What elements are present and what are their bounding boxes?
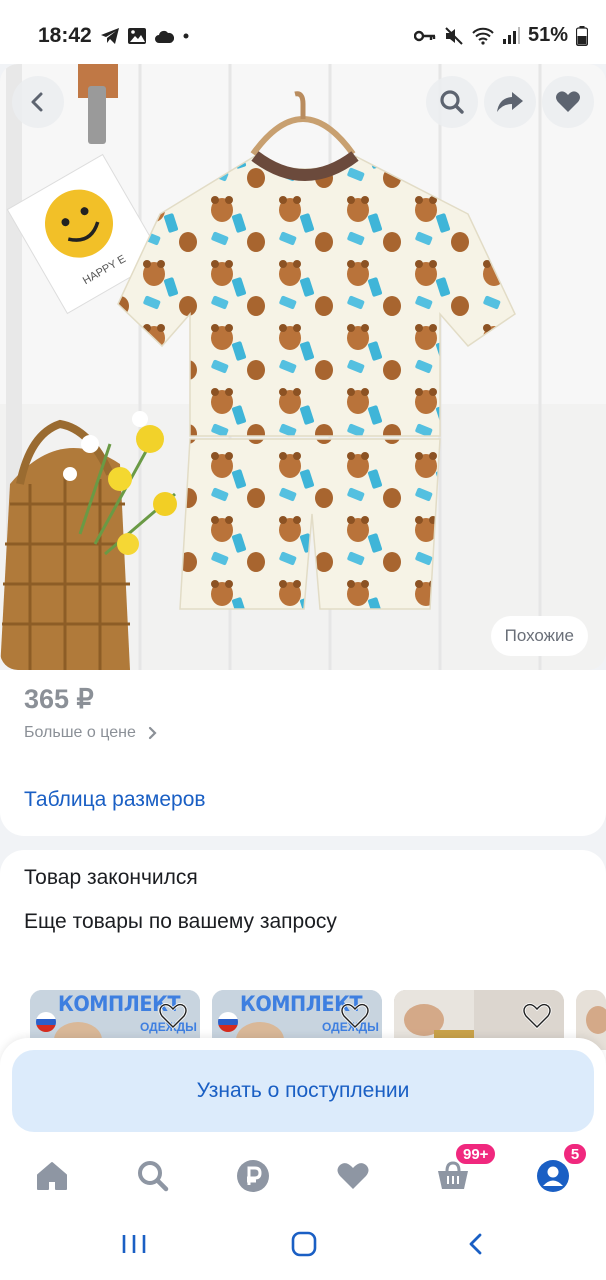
- wifi-icon: [472, 27, 494, 45]
- chevron-right-icon: [148, 726, 157, 740]
- notify-when-available-button[interactable]: Узнать о поступлении: [12, 1050, 594, 1132]
- battery-icon: [576, 25, 588, 46]
- favorites-icon: [337, 1163, 369, 1189]
- product-gallery[interactable]: HAPPY E Похожие: [0, 64, 606, 670]
- price-card: 365 ₽ Больше о цене Таблица размеров: [0, 670, 606, 836]
- profile-icon: [537, 1160, 569, 1192]
- heart-outline-icon[interactable]: [158, 1002, 188, 1030]
- price-details-link[interactable]: Больше о цене: [24, 724, 158, 742]
- signal-icon: [502, 26, 520, 44]
- share-button[interactable]: [484, 76, 536, 128]
- nav-payments[interactable]: [233, 1156, 273, 1196]
- out-of-stock-title: Товар закончился: [24, 866, 198, 889]
- price-details-label: Больше о цене: [24, 724, 136, 741]
- gallery-icon: [128, 28, 146, 44]
- product-photo[interactable]: HAPPY E: [0, 64, 606, 670]
- similar-button[interactable]: Похожие: [490, 616, 588, 656]
- size-table-link[interactable]: Таблица размеров: [24, 788, 206, 812]
- nav-search[interactable]: [133, 1156, 173, 1196]
- back-system-icon: [469, 1233, 482, 1255]
- home-icon: [37, 1162, 67, 1190]
- share-icon: [497, 92, 523, 112]
- heart-icon: [556, 91, 580, 112]
- back-system-button[interactable]: [456, 1228, 496, 1260]
- battery-percent: 51%: [527, 24, 568, 46]
- heart-outline-icon[interactable]: [340, 1002, 370, 1030]
- bottom-navigation: 99+ 5: [0, 1142, 606, 1200]
- profile-badge: 5: [562, 1142, 588, 1166]
- russia-flag-icon: [218, 1012, 238, 1032]
- search-icon: [138, 1161, 169, 1192]
- cart-badge: 99+: [454, 1142, 498, 1166]
- nav-home[interactable]: [32, 1156, 72, 1196]
- status-bar: 18:42 51%: [0, 0, 606, 64]
- status-time: 18:42: [38, 24, 92, 47]
- favorite-button[interactable]: [542, 76, 594, 128]
- search-icon: [440, 90, 464, 114]
- nav-favorites[interactable]: [333, 1156, 373, 1196]
- heart-outline-icon[interactable]: [522, 1002, 552, 1030]
- mute-icon: [445, 26, 463, 45]
- back-icon: [31, 92, 43, 112]
- ruble-icon: [237, 1160, 269, 1192]
- notify-panel: Узнать о поступлении: [0, 1038, 606, 1148]
- product-price: 365 ₽: [24, 684, 94, 714]
- key-icon: [413, 30, 436, 41]
- cloud-icon: [155, 30, 174, 43]
- back-button[interactable]: [12, 76, 64, 128]
- russia-flag-icon: [36, 1012, 56, 1032]
- recent-apps-icon: [122, 1235, 146, 1253]
- recent-apps-button[interactable]: [114, 1228, 154, 1260]
- telegram-icon: [101, 28, 119, 44]
- system-navigation-bar: [0, 1200, 606, 1280]
- home-system-icon: [291, 1231, 317, 1257]
- search-button[interactable]: [426, 76, 478, 128]
- home-system-button[interactable]: [284, 1228, 324, 1260]
- dot-icon: [183, 33, 189, 39]
- similar-products-title: Еще товары по вашему запросу: [24, 910, 337, 933]
